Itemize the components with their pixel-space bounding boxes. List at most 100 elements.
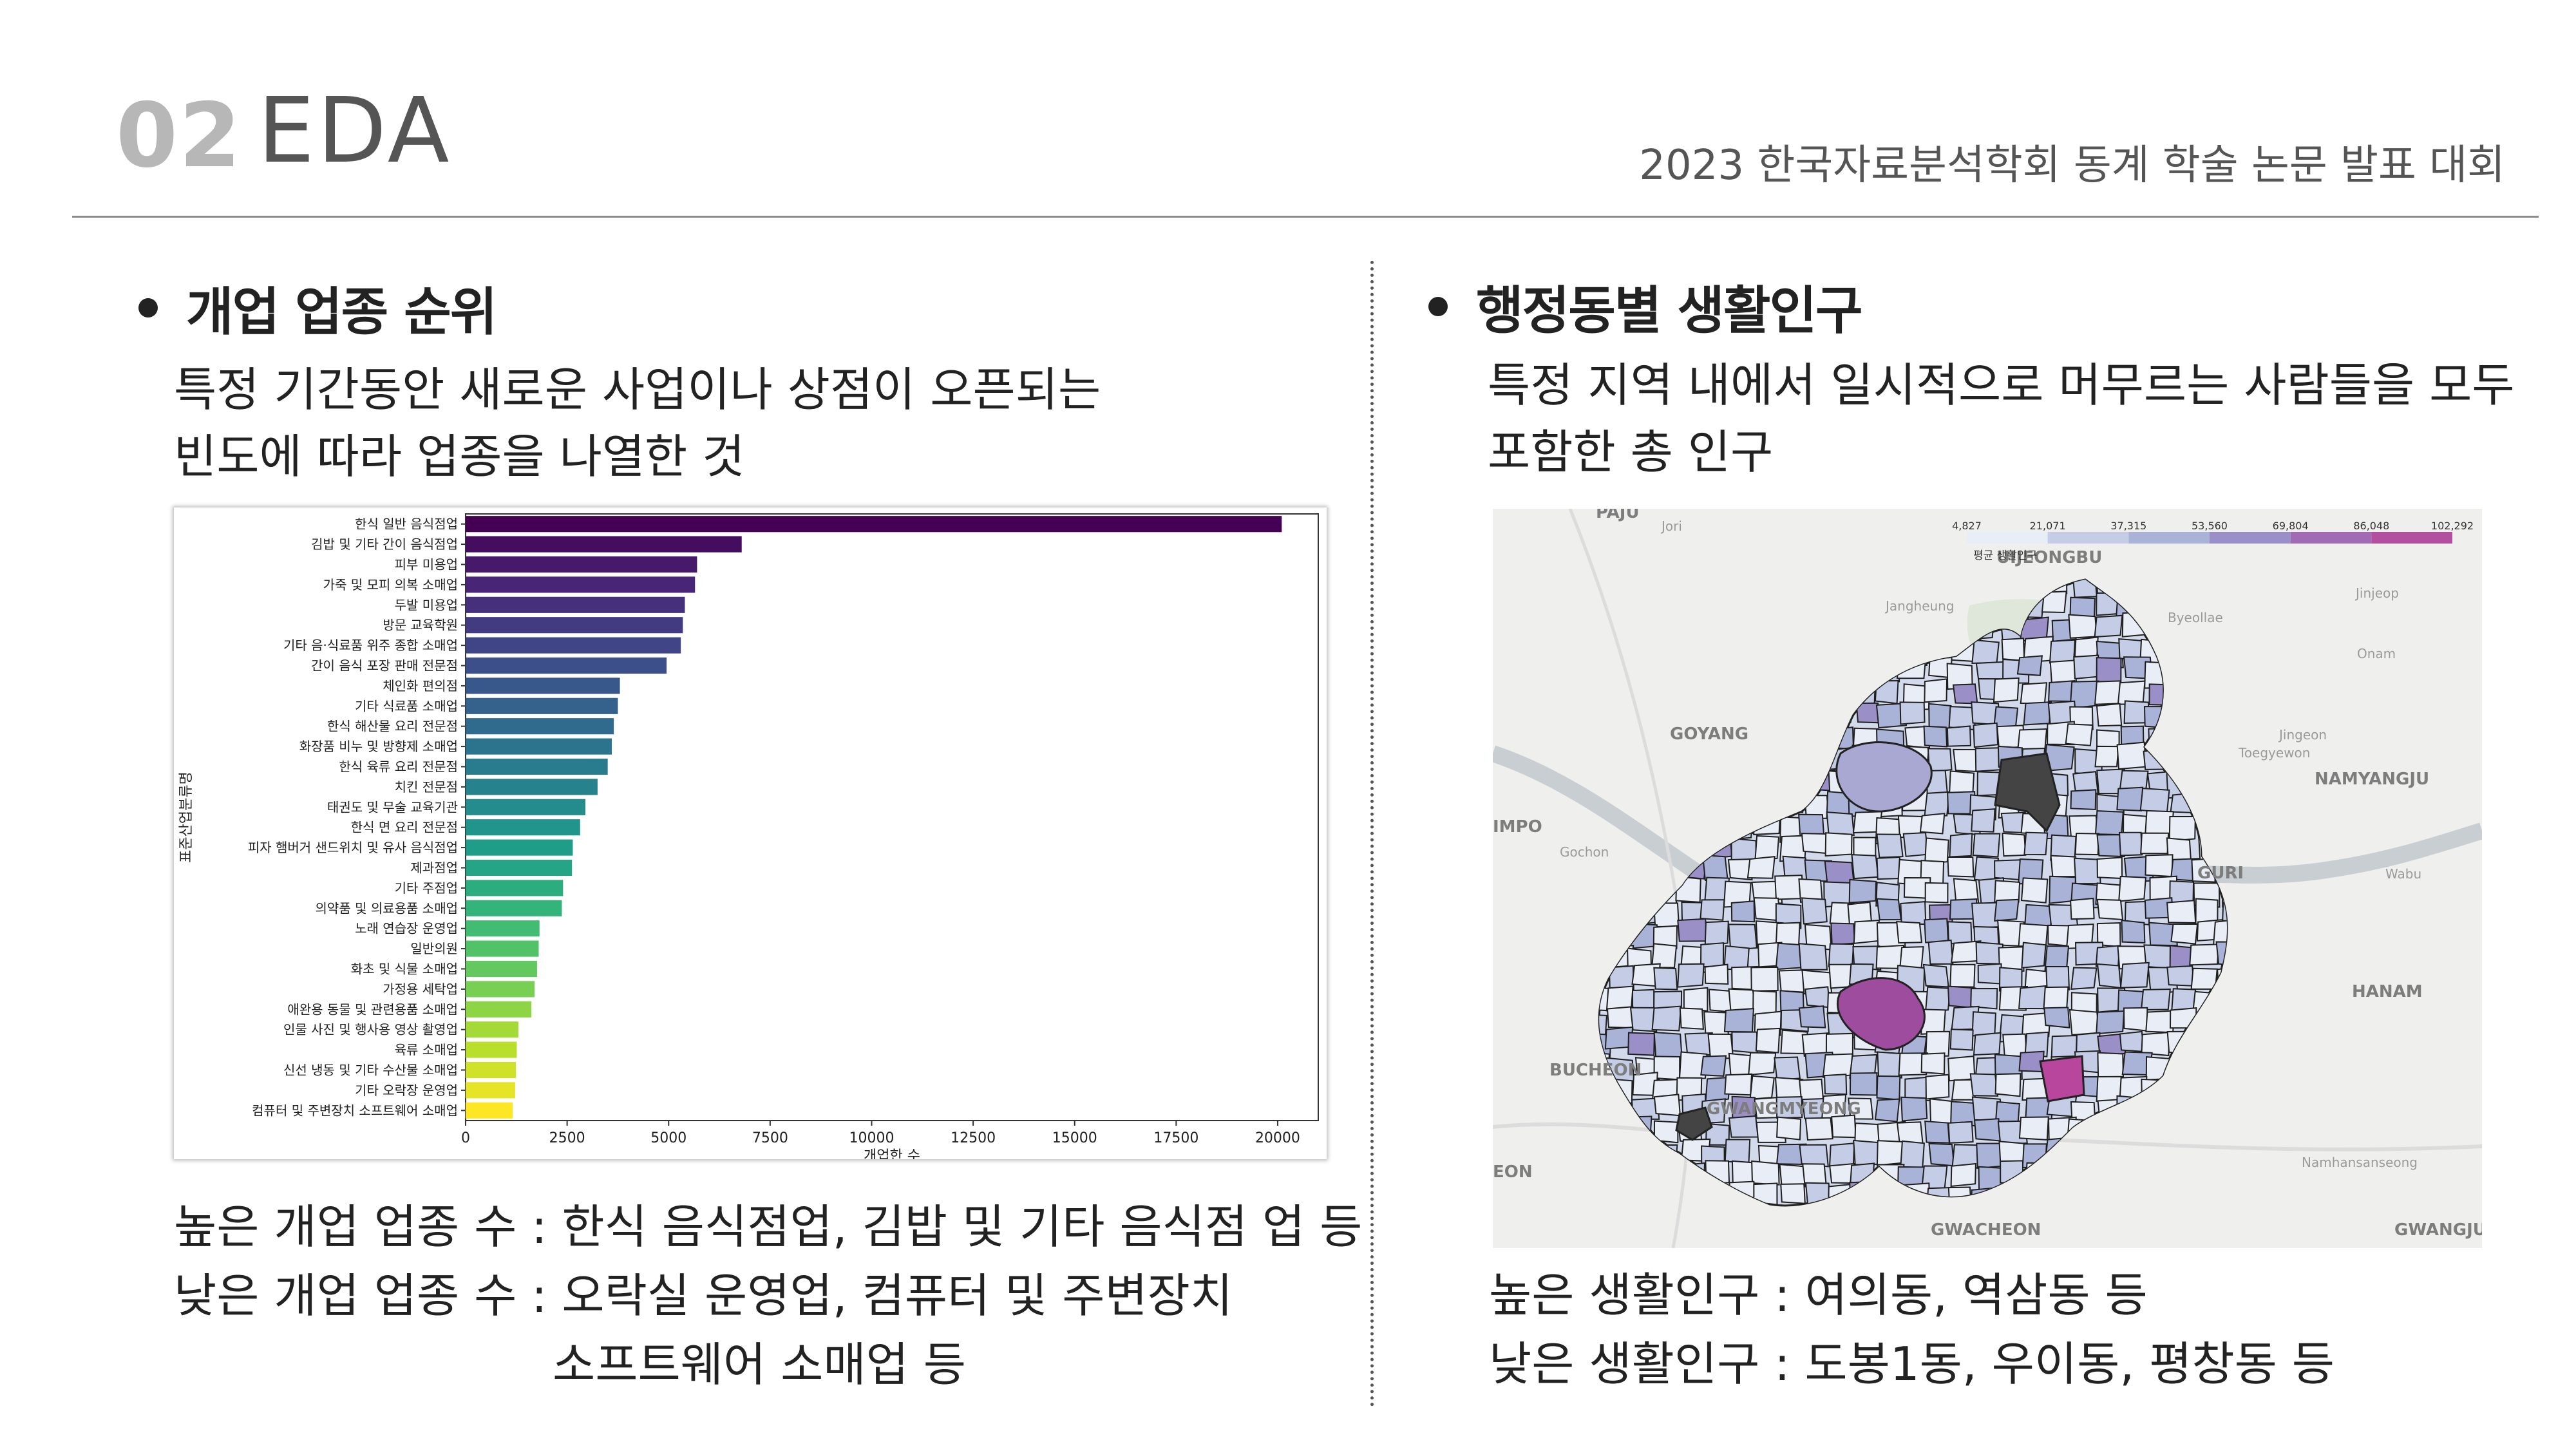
- map-svg: PAJUJoriUIJEONGBUJinjeopJangheungByeolla…: [1493, 509, 2482, 1248]
- district: [1977, 963, 2002, 985]
- y-tick-label: 한식 면 요리 전문점: [351, 820, 458, 835]
- district: [2067, 1118, 2096, 1143]
- district: [1874, 614, 1901, 636]
- district: [1677, 656, 1706, 683]
- district: [1604, 855, 1634, 880]
- district: [2139, 592, 2170, 614]
- district: [1728, 1115, 1759, 1138]
- district: [1609, 724, 1634, 752]
- district: [1947, 856, 1975, 878]
- map-place-label: IMPO: [1493, 817, 1542, 837]
- section-number: 02: [116, 84, 243, 187]
- district: [2075, 1141, 2105, 1167]
- district: [1675, 580, 1703, 599]
- district: [2094, 745, 2119, 768]
- district: [1653, 902, 1680, 928]
- map-place-label: GURI: [2197, 864, 2244, 883]
- bar: [466, 960, 537, 978]
- district: [1599, 968, 1607, 994]
- district: [1924, 837, 1949, 865]
- district: [2166, 700, 2195, 724]
- district: [1653, 967, 1678, 990]
- district: [1652, 636, 1680, 663]
- district: [1599, 903, 1609, 929]
- district: [1706, 638, 1732, 663]
- district: [2043, 986, 2069, 1010]
- district: [1798, 943, 1828, 971]
- right-description-line: 특정 지역 내에서 일시적으로 머무르는 사람들을 모두: [1488, 358, 2515, 412]
- district: [1683, 987, 1709, 1012]
- map-place-label: Onam: [2357, 646, 2396, 661]
- y-tick-label: 기타 음·식료품 위주 종합 소매업: [283, 638, 458, 653]
- district: [1994, 880, 2021, 903]
- header-divider: [72, 216, 2539, 218]
- district: [2096, 657, 2122, 684]
- district: [1997, 580, 2021, 600]
- district: [2000, 1160, 2024, 1184]
- district: [1947, 580, 1974, 592]
- district: [1925, 1030, 1951, 1057]
- district: [2041, 591, 2067, 614]
- x-tick-label: 17500: [1153, 1130, 1198, 1146]
- y-tick-label: 컴퓨터 및 주변장치 소프트웨어 소매업: [252, 1103, 458, 1118]
- district: [1970, 988, 1998, 1010]
- district: [2146, 580, 2176, 598]
- district: [1924, 986, 1951, 1014]
- district: [1630, 593, 1660, 615]
- right-bullet: 행정동별 생활인구: [1428, 269, 1863, 344]
- district: [1925, 1074, 1950, 1100]
- district: [1599, 764, 1607, 790]
- district: [2121, 920, 2146, 944]
- district: [2217, 795, 2227, 820]
- district: [1825, 616, 1853, 643]
- bar: [466, 637, 681, 654]
- district: [1776, 1116, 1802, 1141]
- y-tick-label: 의약품 및 의료용품 소매업: [316, 900, 458, 916]
- district: [2070, 1211, 2101, 1235]
- district: [1730, 701, 1754, 728]
- district: [1724, 1073, 1753, 1096]
- y-tick-label: 피자 햄버거 샌드위치 및 유사 음식점업: [248, 840, 458, 855]
- district: [2213, 1122, 2227, 1147]
- bar: [466, 1102, 513, 1119]
- district: [2071, 1184, 2099, 1206]
- bar: [466, 819, 580, 836]
- district: [2192, 681, 2219, 706]
- district: [1952, 683, 1978, 705]
- bar: [466, 758, 608, 775]
- district: [2215, 941, 2227, 967]
- district: [1928, 703, 1952, 730]
- district: [2097, 1164, 2123, 1186]
- district: [1731, 1031, 1758, 1054]
- district: [1653, 1031, 1683, 1059]
- legend-tick-label: 53,560: [2192, 520, 2228, 532]
- district: [2050, 855, 2079, 878]
- map-place-label: Jinjeop: [2354, 585, 2399, 601]
- district: [2217, 989, 2227, 1016]
- district: [1599, 876, 1605, 902]
- district: [1703, 1203, 1730, 1206]
- district: [2188, 580, 2217, 594]
- district: [1599, 1160, 1609, 1186]
- district: [2211, 727, 2227, 750]
- district: [2193, 1074, 2222, 1098]
- y-tick-label: 가죽 및 모피 의복 소매업: [323, 577, 458, 592]
- bar-chart-svg: 한식 일반 음식점업김밥 및 기타 간이 음식점업피부 미용업가죽 및 모피 의…: [178, 513, 1319, 1159]
- district: [1682, 788, 1707, 810]
- district: [2097, 1116, 2123, 1143]
- map-place-label: PAJU: [1596, 509, 1640, 522]
- district: [1599, 1141, 1604, 1166]
- district: [1974, 1118, 2001, 1142]
- district: [1850, 658, 1878, 684]
- district: [1828, 943, 1855, 969]
- bar: [466, 880, 564, 896]
- district: [1994, 859, 2022, 881]
- district: [1609, 744, 1636, 770]
- district: [2192, 990, 2223, 1015]
- district: [1634, 661, 1664, 689]
- district: [2121, 611, 2146, 638]
- x-tick-label: 10000: [849, 1130, 894, 1146]
- district: [2145, 1101, 2175, 1126]
- district: [2170, 1072, 2195, 1097]
- district: [1602, 896, 1628, 923]
